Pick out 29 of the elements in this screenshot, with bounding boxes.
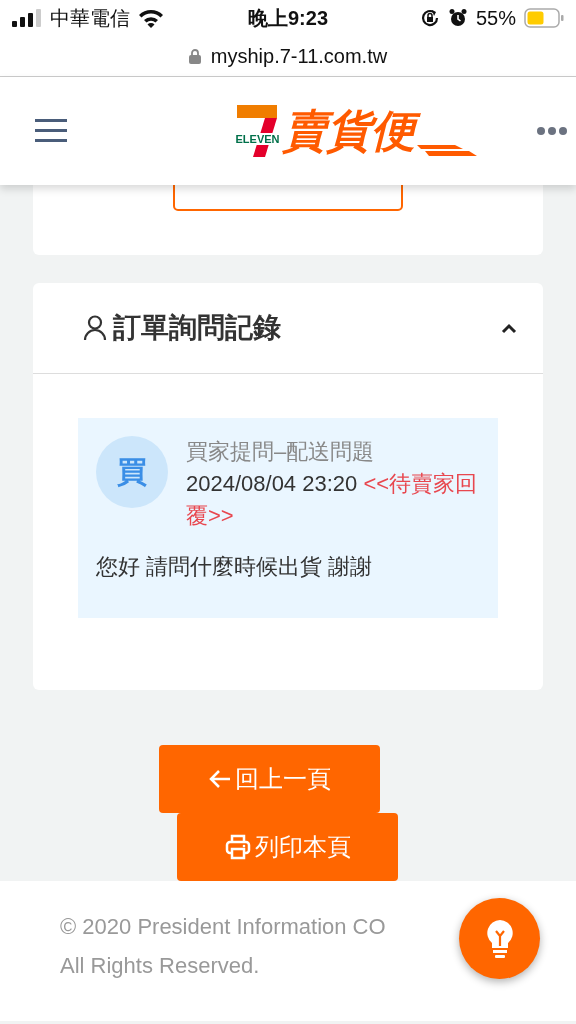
person-icon [83, 315, 107, 341]
logo-brand: ELEVEN [234, 133, 281, 146]
message-subject: 買家提問–配送問題 [186, 438, 376, 466]
copyright-text: © 2020 President Information CO [60, 913, 386, 941]
lightbulb-button[interactable] [459, 898, 540, 979]
logo-text: 賣貨便 [282, 104, 423, 158]
chevron-up-icon[interactable] [501, 322, 517, 334]
alarm-icon [447, 8, 468, 28]
copyright-text: All Rights Reserved. [60, 952, 260, 980]
url-text[interactable]: myship.7-11.com.tw [210, 44, 388, 68]
battery-icon [524, 8, 564, 28]
carrier-name: 中華電信 [50, 5, 130, 31]
status-time: 晚上9:23 [248, 5, 328, 31]
card-title: 訂單詢問記錄 [113, 311, 282, 345]
back-button[interactable]: 回上一頁 [159, 745, 380, 813]
rotation-lock-icon [419, 8, 440, 28]
message-text: 您好 請問什麼時候出貨 謝謝 [96, 553, 374, 581]
buyer-avatar: 買 [96, 436, 168, 508]
left-arrow-icon [208, 769, 231, 789]
battery-percent: 55% [475, 6, 516, 30]
lock-icon [188, 48, 201, 64]
wifi-icon [138, 8, 164, 28]
printer-icon [224, 834, 251, 860]
print-button[interactable]: 列印本頁 [177, 813, 398, 881]
lightbulb-icon [484, 918, 515, 959]
message-time: 2024/08/04 23:20 <<待賣家回覆>> [186, 470, 479, 530]
menu-icon[interactable] [35, 119, 67, 143]
more-icon[interactable] [536, 126, 568, 136]
signal-icon [12, 9, 42, 27]
